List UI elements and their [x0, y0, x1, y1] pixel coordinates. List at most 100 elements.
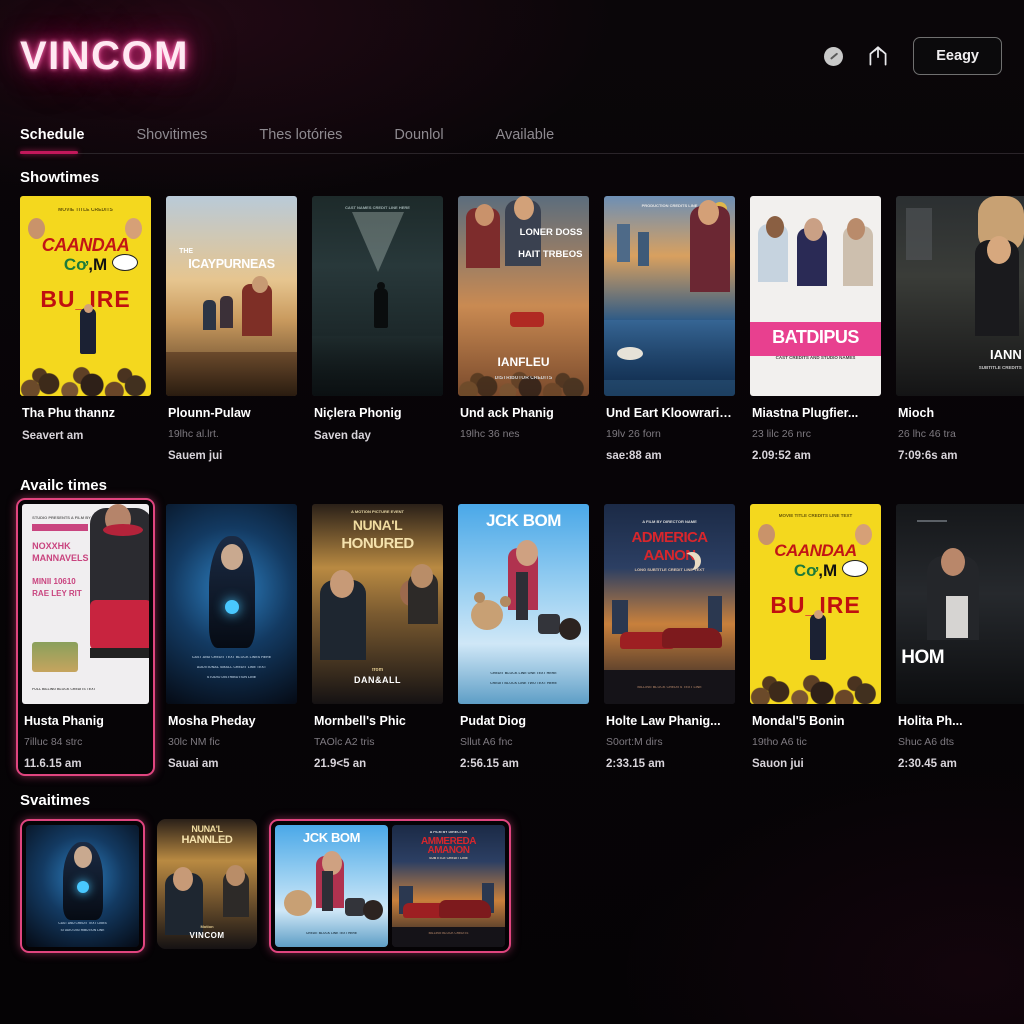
section-availc-times: Availc times STUDIO PRESENTS A FILM BY N… [0, 477, 1024, 776]
tab-shovitimes[interactable]: Shovitimes [136, 127, 207, 154]
movie-title: Husta Phanig [24, 714, 104, 728]
section-title-showtimes: Showtimes [20, 169, 100, 186]
movie-time: 2:33.15 am [606, 757, 665, 770]
tab-lotories[interactable]: Thes lotóries [259, 127, 342, 154]
movie-time: 11.6.15 am [24, 757, 82, 770]
movie-title: Mornbell's Phic [314, 714, 406, 728]
movie-title: Und Eart Kloowrariy... [606, 407, 733, 420]
showtimes-row: MOVIE TITLE CREDITS CAANDAA Cơ,M BU_IRE … [20, 196, 1024, 462]
movie-thumb[interactable]: CAST AND CREDIT TEXT LINES STUDIO DISTRI… [26, 824, 139, 947]
movie-poster: IANN SUBTITLE CREDITS [896, 196, 1024, 396]
movie-poster: MOVIE TITLE CREDITS LINE TEXT CAANDAA Cơ… [750, 503, 881, 704]
movie-subtitle: 19lv 26 forn [606, 427, 661, 440]
movie-time: sae:88 am [606, 449, 662, 462]
movie-title: Pudat Diog [460, 714, 526, 728]
movie-subtitle: 19lhc al.lrt. [168, 427, 219, 440]
movie-card[interactable]: CAST NAMES CREDIT LINE HERE Niçlera Phon… [312, 196, 443, 462]
movie-meta: Plounn-Pulaw 19lhc al.lrt. Sauem jui [166, 396, 297, 462]
movie-card[interactable]: A MOTION PICTURE EVENT NUNA'L HONURED fr… [312, 503, 443, 776]
movie-thumb[interactable]: NUNA'L HANNLED Motion VINCOM [157, 818, 257, 949]
movie-poster: A MOTION PICTURE EVENT NUNA'L HONURED fr… [312, 503, 443, 704]
clock-icon[interactable] [824, 46, 844, 66]
share-icon[interactable] [865, 43, 891, 69]
tab-dounlol[interactable]: Dounlol [394, 127, 443, 154]
eeagy-button[interactable]: Eeagy [913, 36, 1002, 76]
movie-subtitle: 7illuc 84 strc [24, 735, 83, 748]
movie-poster: CAST AND CREDIT TEXT BLOCK LINES HERE AD… [166, 503, 297, 704]
thumb-unframed[interactable]: NUNA'L HANNLED Motion VINCOM [157, 818, 257, 949]
movie-poster: BATDIPUS CAST CREDITS AND STUDIO NAMES [750, 196, 881, 396]
movie-title: Und ack Phanig [460, 407, 554, 420]
movie-meta: Tha Phu thannz Seavert am [20, 396, 151, 442]
movie-card[interactable]: PRODUCTION CREDITS LINE Und Eart Kloowra… [604, 196, 735, 462]
section-title-svaitimes: Svaitimes [20, 791, 91, 809]
movie-title: Holita Ph... [898, 714, 963, 728]
movie-meta: Husta Phanig 7illuc 84 strc 11.6.15 am [22, 704, 149, 770]
movie-meta: Pudat Diog Sllut A6 fnc 2:56.15 am [458, 704, 589, 770]
header-actions: Eeagy [824, 36, 1002, 76]
movie-card[interactable]: THE ICAYPURNEAS Plounn-Pulaw 19lhc al.lr… [166, 196, 297, 462]
movie-card[interactable]: JCK BOM CREDIT BLOCK LINE ONE TEXT HERE … [458, 503, 589, 776]
thumb-group-pair[interactable]: JCK BOM CREDIT BLOCK LINE TEXT HERE A FI… [269, 818, 511, 953]
movie-title: Tha Phu thannz [22, 407, 116, 420]
movie-meta: Mornbell's Phic TAOlc A2 tris 21.9<5 an [312, 704, 443, 770]
movie-time: Sauon jui [752, 757, 804, 770]
section-svaitimes: Svaitimes CAST AND CREDIT TEXT LINES STU… [0, 792, 1024, 953]
tab-available[interactable]: Available [496, 127, 555, 154]
tab-schedule[interactable]: Schedule [20, 127, 84, 154]
movie-subtitle: 26 lhc 46 tra [898, 427, 956, 440]
movie-poster: LONER DOSS HAIT TRBEOS IANFLEU DISTRIBUT… [458, 196, 589, 396]
movie-time: 2:30.45 am [898, 757, 957, 770]
movie-meta: Mosha Pheday 30lc NM fic Sauai am [166, 704, 297, 770]
brand-logo: VINCOM [20, 34, 189, 78]
movie-time: Seavert am [22, 429, 84, 442]
movie-poster: PRODUCTION CREDITS LINE [604, 196, 735, 396]
movie-card[interactable]: A FILM BY DIRECTOR NAME ADMERICA AANON L… [604, 503, 735, 776]
movie-poster: THE ICAYPURNEAS [166, 196, 297, 396]
movie-poster: MOVIE TITLE CREDITS CAANDAA Cơ,M BU_IRE [20, 196, 151, 396]
movie-thumb[interactable]: A FILM BY DIRECTOR AMMEREDA AMANON SUBTI… [392, 824, 505, 947]
movie-card[interactable]: HOM Holita Ph... Shuc A6 dts 2:30.45 am [896, 503, 1024, 776]
app-header: VINCOM Eeagy [0, 0, 1024, 112]
movie-time: 2:56.15 am [460, 757, 519, 770]
movie-subtitle: Shuc A6 dts [898, 735, 955, 748]
movie-time: Saven day [314, 429, 371, 442]
movie-subtitle: 30lc NM fic [168, 735, 220, 748]
movie-time: Sauai am [168, 757, 219, 770]
movie-card-selected[interactable]: STUDIO PRESENTS A FILM BY NOXXHK MANNAVE… [16, 497, 155, 776]
nav-tabs: Schedule Shovitimes Thes lotóries Dounlo… [0, 112, 1024, 154]
movie-title: Niçlera Phonig [314, 407, 402, 420]
movie-subtitle: 19lhc 36 nes [460, 427, 520, 440]
movie-card[interactable]: CAST AND CREDIT TEXT BLOCK LINES HERE AD… [166, 503, 297, 776]
movie-time: 7:09:6s am [898, 449, 958, 462]
movie-title: Plounn-Pulaw [168, 407, 251, 420]
section-title-availc-times: Availc times [20, 476, 107, 494]
movie-thumb[interactable]: JCK BOM CREDIT BLOCK LINE TEXT HERE [275, 824, 388, 947]
movie-time: 21.9<5 an [314, 757, 367, 770]
movie-meta: Mioch 26 lhc 46 tra 7:09:6s am [896, 396, 1024, 462]
movie-poster: JCK BOM CREDIT BLOCK LINE ONE TEXT HERE … [458, 503, 589, 704]
movie-card[interactable]: MOVIE TITLE CREDITS CAANDAA Cơ,M BU_IRE … [20, 196, 151, 462]
movie-card[interactable]: LONER DOSS HAIT TRBEOS IANFLEU DISTRIBUT… [458, 196, 589, 462]
movie-subtitle: 23 lilc 26 nrc [752, 427, 811, 440]
thumb-group-single[interactable]: CAST AND CREDIT TEXT LINES STUDIO DISTRI… [20, 818, 145, 953]
movie-subtitle: 19tho A6 tic [752, 735, 807, 748]
movie-meta: Mondal'5 Bonin 19tho A6 tic Sauon jui [750, 704, 881, 770]
svaitimes-strip: CAST AND CREDIT TEXT LINES STUDIO DISTRI… [20, 818, 1024, 953]
movie-subtitle: S0ort:M dirs [606, 735, 663, 748]
section-showtimes: Showtimes MOVIE TITLE CREDITS CAANDAA Cơ… [0, 169, 1024, 462]
movie-card[interactable]: MOVIE TITLE CREDITS LINE TEXT CAANDAA Cơ… [750, 503, 881, 776]
movie-title: Holte Law Phanig... [606, 714, 721, 728]
movie-title: Mondal'5 Bonin [752, 714, 845, 728]
movie-poster: HOM [896, 503, 1024, 704]
movie-meta: Miastna Plugfier... 23 lilc 26 nrc 2.09:… [750, 396, 881, 462]
movie-time: Sauem jui [168, 449, 223, 462]
movie-time: 2.09:52 am [752, 449, 811, 462]
availc-times-row: STUDIO PRESENTS A FILM BY NOXXHK MANNAVE… [16, 497, 1024, 776]
movie-card[interactable]: IANN SUBTITLE CREDITS Mioch 26 lhc 46 tr… [896, 196, 1024, 462]
movie-card[interactable]: BATDIPUS CAST CREDITS AND STUDIO NAMES M… [750, 196, 881, 462]
app-root: VINCOM Eeagy Schedule Shovitimes Thes lo… [0, 0, 1024, 1024]
movie-meta: Holita Ph... Shuc A6 dts 2:30.45 am [896, 704, 1024, 770]
movie-subtitle: TAOlc A2 tris [314, 735, 375, 748]
movie-poster: CAST NAMES CREDIT LINE HERE [312, 196, 443, 396]
